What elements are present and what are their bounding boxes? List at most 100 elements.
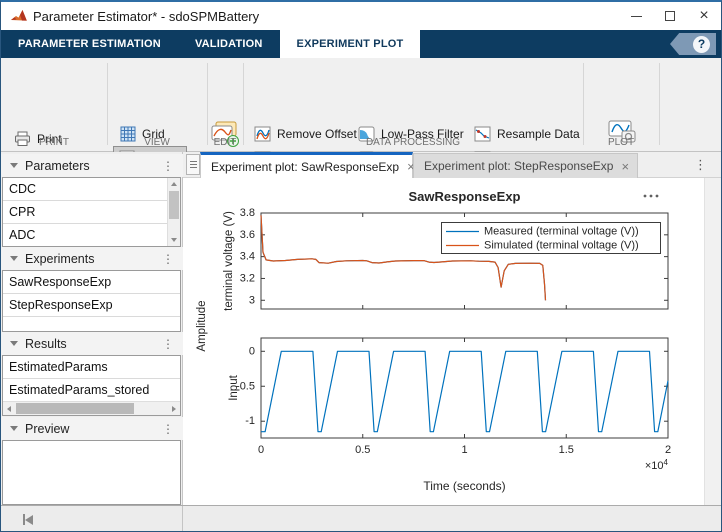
plot-legend[interactable]: Measured (terminal voltage (V)) Simulated… [442,223,661,254]
preview-menu-icon[interactable]: ⋮ [162,423,174,435]
status-bar [1,505,721,532]
section-label-data-processing: DATA PROCESSING [243,137,583,148]
collapse-triangle-icon [10,426,18,431]
scrollbar-thumb[interactable] [169,191,179,219]
help-icon: ? [693,36,710,53]
doc-tab-label: Experiment plot: StepResponseExp [424,159,613,173]
section-divider [243,63,244,145]
subplot-ylabel: terminal voltage (V) [223,211,235,311]
y-tick-label: 3.6 [240,229,255,241]
x-tick-label: 2 [665,444,671,456]
doc-tab-stepresponseexp[interactable]: Experiment plot: StepResponseExp × [413,153,638,178]
close-tab-icon[interactable]: × [621,159,629,174]
list-item[interactable]: ADC [3,224,168,247]
matlab-logo-icon [10,8,28,29]
section-label-plot: PLOT [583,137,659,148]
doc-tab-sawresponseexp[interactable]: Experiment plot: SawResponseExp × [200,152,413,178]
series-input [261,351,668,431]
document-tab-bar: Experiment plot: SawResponseExp × Experi… [183,152,721,178]
section-label-print: PRINT [1,137,107,148]
section-divider [583,63,584,145]
close-button[interactable]: × [687,2,721,30]
doc-tab-label: Experiment plot: SawResponseExp [211,160,399,174]
window-title: Parameter Estimator* - sdoSPMBattery [33,9,259,24]
status-bar-left [1,506,183,532]
x-tick-label: 1.5 [559,444,574,456]
x-tick-label: 0.5 [355,444,370,456]
results-panel-header[interactable]: Results ⋮ [1,332,183,355]
help-button[interactable]: ? [670,33,716,55]
experiments-menu-icon[interactable]: ⋮ [162,253,174,265]
preview-panel-header[interactable]: Preview ⋮ [1,417,183,440]
results-horizontal-scrollbar[interactable] [3,401,180,415]
tab-validation[interactable]: VALIDATION [178,30,280,58]
parameters-panel-title: Parameters [25,159,90,173]
parameters-panel-header[interactable]: Parameters ⋮ [1,154,183,177]
results-list: EstimatedParams EstimatedParams_stored [2,355,181,416]
section-divider [107,63,108,145]
list-item[interactable]: StepResponseExp [3,294,180,317]
x-tick-label: 1 [461,444,467,456]
right-gutter [704,178,722,505]
experiments-panel-title: Experiments [25,252,94,266]
y-tick-label: 3.4 [240,251,255,263]
preview-box [2,440,181,505]
tab-parameter-estimation[interactable]: PARAMETER ESTIMATION [1,30,178,58]
ribbon: Print Print To Figure PRINT Grid Legend [1,58,721,152]
section-label-edit: EDIT [207,137,243,148]
x-tick-label: 0 [258,444,264,456]
figure-ylabel: Amplitude [196,300,208,351]
x-axis-label: Time (seconds) [423,479,505,493]
collapse-triangle-icon [10,341,18,346]
results-menu-icon[interactable]: ⋮ [162,338,174,350]
maximize-button[interactable] [653,2,687,30]
scroll-up-icon[interactable] [168,178,180,190]
title-bar: Parameter Estimator* - sdoSPMBattery × [1,2,721,30]
experiment-plot-figure: SawResponseExp Amplitude 3 3.2 3.4 3.6 3.8 term… [183,178,704,505]
legend-entry: Simulated (terminal voltage (V)) [484,240,639,252]
skip-to-start-icon[interactable] [23,514,33,525]
list-item[interactable]: SawResponseExp [3,271,180,294]
scroll-down-icon[interactable] [168,234,180,246]
results-panel-title: Results [25,337,67,351]
parameters-menu-icon[interactable]: ⋮ [162,160,174,172]
y-tick-label: 3.2 [240,272,255,284]
parameters-scrollbar[interactable] [167,178,180,246]
list-item[interactable]: CPR [3,201,168,224]
plot-title: SawResponseExp [409,189,521,204]
section-divider [659,63,660,145]
parameter-estimator-window: Parameter Estimator* - sdoSPMBattery × P… [0,0,722,532]
legend-entry: Measured (terminal voltage (V)) [484,226,639,238]
plot-options-icon[interactable] [644,195,659,198]
minimize-button[interactable] [619,2,653,30]
subplot-ylabel: Input [228,374,240,400]
minimize-icon [631,16,642,17]
collapse-triangle-icon [10,163,18,168]
close-icon: × [699,8,708,24]
maximize-icon [665,11,675,21]
collapse-ribbon-button[interactable] [699,136,711,145]
list-item[interactable]: EstimatedParams [3,356,180,379]
experiment-plot-canvas: SawResponseExp Amplitude 3 3.2 3.4 3.6 3.8 term… [183,178,704,505]
list-item[interactable]: CDC [3,178,168,201]
scrollbar-thumb[interactable] [16,403,134,414]
scroll-left-icon[interactable] [3,402,15,415]
tab-experiment-plot[interactable]: EXPERIMENT PLOT [280,30,421,58]
sidebar: Parameters ⋮ CDC CPR ADC Experiments ⋮ S… [1,152,183,505]
list-item[interactable]: EstimatedParams_stored [3,379,180,402]
parameters-list: CDC CPR ADC [2,177,181,247]
dock-handle-icon[interactable] [186,154,200,175]
collapse-triangle-icon [10,256,18,261]
preview-panel-title: Preview [25,422,69,436]
tab-bar-menu-icon[interactable]: ⋮ [694,158,707,173]
ribbon-tab-strip: PARAMETER ESTIMATION VALIDATION EXPERIME… [1,30,721,58]
scroll-right-icon[interactable] [168,402,180,415]
y-tick-label: 3.8 [240,207,255,219]
section-label-view: VIEW [107,137,207,148]
y-tick-label: 3 [249,294,255,306]
x-axis-multiplier: ×104 [645,458,669,472]
experiments-list: SawResponseExp StepResponseExp [2,270,181,332]
y-tick-label: 0 [249,345,255,357]
experiments-panel-header[interactable]: Experiments ⋮ [1,247,183,270]
y-tick-label: -1 [245,415,255,427]
